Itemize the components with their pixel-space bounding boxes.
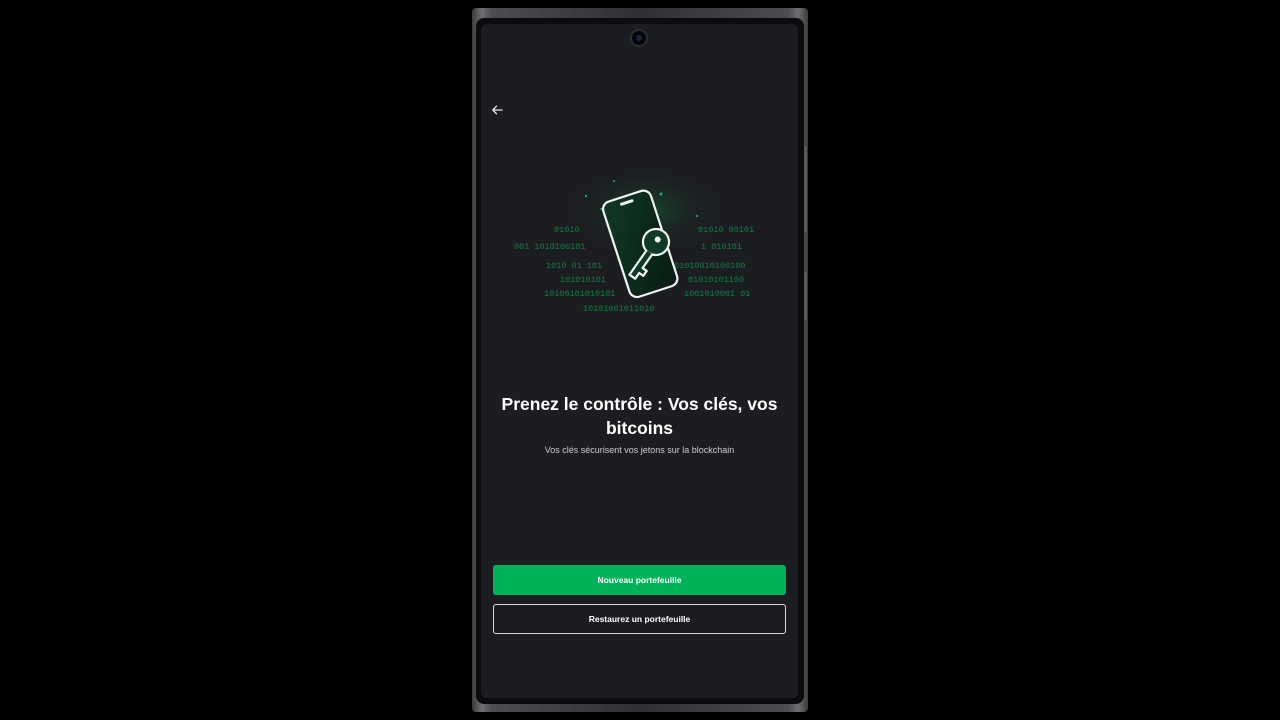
phone-with-keys-illustration: 01010 01010 00101 001 1010100101 1 01010… <box>514 174 754 314</box>
front-camera <box>632 31 646 45</box>
back-button[interactable] <box>487 100 507 120</box>
svg-text:10101001011010: 10101001011010 <box>583 304 654 314</box>
svg-text:1001010001 01: 1001010001 01 <box>684 289 750 299</box>
svg-text:001 1010100101: 001 1010100101 <box>514 242 585 252</box>
page-title: Prenez le contrôle : Vos clés, vos bitco… <box>501 394 778 438</box>
stage: 01010 01010 00101 001 1010100101 1 01010… <box>0 0 1280 720</box>
page-subtitle: Vos clés sécurisent vos jetons sur la bl… <box>544 445 735 455</box>
svg-text:01010 00101: 01010 00101 <box>698 225 754 235</box>
svg-text:1 010101: 1 010101 <box>701 242 742 252</box>
svg-text:01010101100: 01010101100 <box>688 275 744 285</box>
app-screen: 01010 01010 00101 001 1010100101 1 01010… <box>481 24 798 698</box>
svg-text:101010101: 101010101 <box>560 275 606 285</box>
restore-wallet-button[interactable]: Restaurez un portefeuille <box>493 604 786 634</box>
new-wallet-button[interactable]: Nouveau portefeuille <box>493 565 786 595</box>
svg-text:01010: 01010 <box>554 225 580 235</box>
svg-text:01010010100100: 01010010100100 <box>674 261 745 271</box>
svg-text:1010 01 101: 1010 01 101 <box>546 261 602 271</box>
svg-text:10100101010101: 10100101010101 <box>544 289 615 299</box>
arrow-left-icon <box>492 105 503 115</box>
